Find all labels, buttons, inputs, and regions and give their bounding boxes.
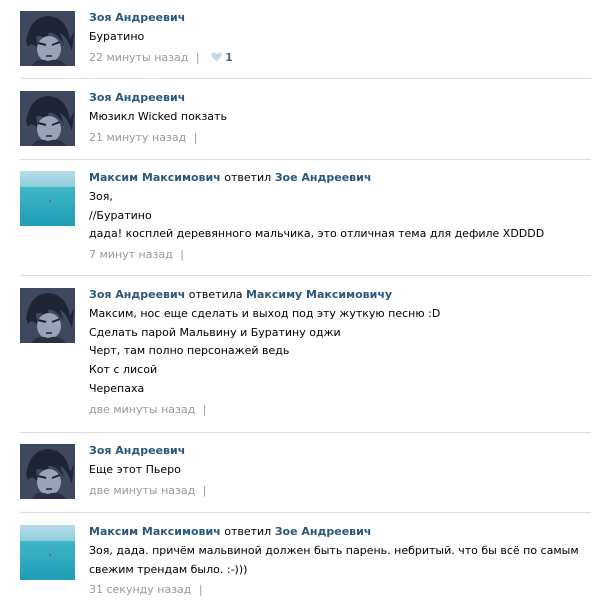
avatar[interactable] [20,525,75,580]
comment-text-line: Черт, там полно персонажей ведь [89,344,290,358]
reply-verb: ответил [224,171,272,184]
reply-target-link[interactable]: Максиму Максимовичу [246,288,392,301]
author-link[interactable]: Зоя Андреевич [89,91,185,104]
author-link[interactable]: Максим Максимович [89,525,221,538]
timestamp-link[interactable]: 21 минуту назад [89,131,186,144]
separator: | [180,248,184,262]
comment-header: Зоя Андреевич [89,441,599,461]
comment-meta: 22 минуты назад | 1 [89,47,599,69]
separator: | [195,50,200,64]
comment-text-line: дада! косплей деревянного мальчика, это … [89,227,545,241]
divider [20,275,591,276]
separator: | [198,583,203,597]
avatar[interactable] [20,11,75,66]
comment-text-line: Максим, нос еще сделать и выход под эту … [89,307,441,320]
anime-boy-avatar-icon [20,91,75,146]
avatar[interactable] [20,171,75,226]
anime-boy-avatar-icon [20,444,75,499]
comment-content: Зоя Андреевич ответила Максиму Максимови… [89,285,599,421]
separator: | [193,130,198,144]
avatar[interactable] [20,288,75,343]
comment-header: Зоя Андреевич ответила Максиму Максимови… [89,285,599,305]
comment-header: Зоя Андреевич [89,8,599,28]
comment-text-line: свежим трендам было. :-))) [89,562,248,576]
comment-header: Максим Максимович ответил Зое Андреевич [89,168,599,188]
comment-content: Зоя Андреевич Еще этот Пьеро две минуты … [89,441,599,502]
sea-avatar-icon [20,171,75,226]
sea-avatar-icon [20,525,75,580]
divider [20,78,591,79]
comment-meta: 7 минут назад | [89,244,599,266]
author-link[interactable]: Зоя Андреевич [89,444,185,457]
like-count: 1 [225,50,233,64]
divider [20,159,591,160]
comment-text-line: Зоя, дада. причём мальвиной должен быть … [89,544,579,557]
comment-header: Зоя Андреевич [89,88,599,108]
comment-header: Максим Максимович ответил Зое Андреевич [89,522,599,542]
timestamp-link[interactable]: две минуты назад [89,403,195,416]
like-button[interactable]: 1 [211,51,233,64]
avatar[interactable] [20,444,75,499]
reply-target-link[interactable]: Зое Андреевич [275,525,372,538]
comment-content: Зоя Андреевич Мюзикл Wicked покзать 21 м… [89,88,599,149]
comment-text-line: Еще этот Пьеро [89,463,181,476]
author-link[interactable]: Максим Максимович [89,171,221,184]
divider [20,512,591,513]
separator: | [202,402,207,416]
timestamp-link[interactable]: две минуты назад [89,484,195,497]
comment-meta: 31 секунду назад | [89,579,599,601]
comment-meta: 21 минуту назад | [89,127,599,149]
anime-boy-avatar-icon [20,11,75,66]
comment-meta: две минуты назад | [89,480,599,502]
comment-text-line: Черепаха [89,381,145,395]
comment-content: Максим Максимович ответил Зое Андреевич … [89,168,599,266]
comment-text-line: //Буратино [89,208,152,222]
heart-icon [211,52,222,62]
author-link[interactable]: Зоя Андреевич [89,11,185,24]
comment-text-line: Буратино [89,30,145,43]
comment-content: Максим Максимович ответил Зое Андреевич … [89,522,599,601]
comment-content: Зоя Андреевич Буратино 22 минуты назад |… [89,8,599,69]
reply-verb: ответила [188,288,243,301]
reply-target-link[interactable]: Зое Андреевич [275,171,372,184]
reply-verb: ответил [224,525,272,538]
comment-text-line: Зоя, [89,190,113,203]
comment-text-line: Мюзикл Wicked покзать [89,110,227,123]
author-link[interactable]: Зоя Андреевич [89,288,185,301]
anime-boy-avatar-icon [20,288,75,343]
separator: | [202,483,207,497]
timestamp-link[interactable]: 22 минуты назад [89,51,188,64]
comment-text-line: Сделать парой Мальвину и Буратину оджи [89,325,341,339]
divider [20,432,591,433]
timestamp-link[interactable]: 31 секунду назад [89,583,191,596]
timestamp-link[interactable]: 7 минут назад [89,248,173,261]
comment-text-line: Кот с лисой [89,363,158,377]
avatar[interactable] [20,91,75,146]
comment-meta: две минуты назад | [89,399,599,421]
